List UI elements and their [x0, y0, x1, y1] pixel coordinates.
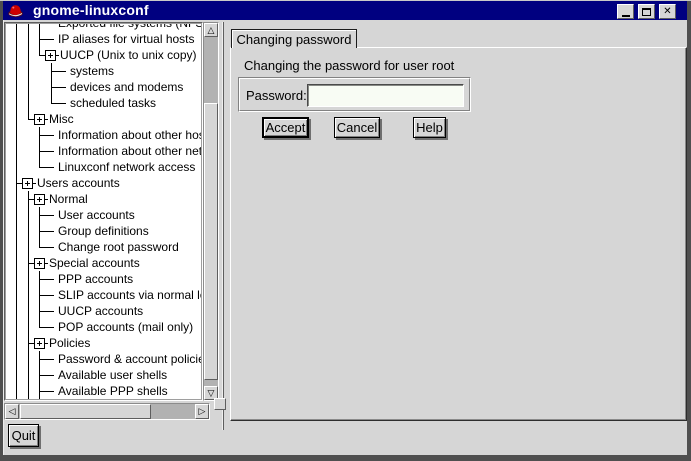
window-title: gnome-linuxconf [33, 1, 149, 20]
tree-item-label: Misc [49, 111, 74, 127]
config-tree-viewport[interactable]: Exported file systems (NFS)IP aliases fo… [6, 24, 201, 399]
tree-item-label: Policies [49, 335, 90, 351]
tree-item-label: IP aliases for virtual hosts [58, 31, 195, 47]
close-icon: ✕ [663, 6, 671, 17]
tree-item[interactable]: systems [6, 63, 201, 79]
tree-expander-icon[interactable] [34, 258, 45, 269]
tree-item[interactable]: Information about other host [6, 127, 201, 143]
tree-item[interactable]: Policies [6, 335, 201, 351]
tree-item-label: SLIP accounts via normal lo [58, 287, 201, 303]
horizontal-scrollbar-thumb[interactable] [20, 404, 151, 419]
accept-button[interactable]: Accept [262, 117, 309, 138]
tree-expander-icon[interactable] [45, 50, 56, 61]
tree-item-label: Information about other netw [58, 143, 201, 159]
tree-item[interactable]: PPP accounts [6, 271, 201, 287]
tree-item-label: Change root password [58, 239, 179, 255]
tab-changing-password[interactable]: Changing password [231, 29, 357, 48]
tree-item[interactable]: scheduled tasks [6, 95, 201, 111]
tree-item-label: UUCP accounts [58, 303, 143, 319]
tree-item-label: POP accounts (mail only) [58, 319, 193, 335]
tree-item-label: UUCP (Unix to unix copy) [60, 47, 197, 63]
minimize-button[interactable] [617, 4, 634, 19]
tree-item[interactable]: UUCP accounts [6, 303, 201, 319]
tree-item-label: Users accounts [37, 175, 120, 191]
tree-item[interactable]: Available PPP shells [6, 383, 201, 399]
scroll-down-icon: ▽ [208, 388, 215, 399]
tree-item-label: Password & account policie [58, 351, 201, 367]
tree-item[interactable]: Exported file systems (NFS) [6, 24, 201, 31]
scroll-right-button[interactable]: ▷ [195, 404, 209, 419]
tree-item-label: scheduled tasks [70, 95, 156, 111]
tree-item[interactable]: Group definitions [6, 223, 201, 239]
form-heading: Changing the password for user root [244, 58, 454, 73]
scroll-up-icon: △ [208, 25, 215, 36]
tree-item[interactable]: Password & account policie [6, 351, 201, 367]
help-button[interactable]: Help [413, 117, 446, 138]
tree-item[interactable]: devices and modems [6, 79, 201, 95]
tree-expander-icon[interactable] [34, 194, 45, 205]
tree-item[interactable]: SLIP accounts via normal lo [6, 287, 201, 303]
password-label: Password: [246, 88, 307, 103]
tree-item[interactable]: Misc [6, 111, 201, 127]
paned-divider [223, 22, 224, 430]
tree-item[interactable]: Linuxconf network access [6, 159, 201, 175]
scroll-up-button[interactable]: △ [204, 23, 218, 37]
tree-item-label: Exported file systems (NFS) [58, 24, 201, 31]
tree-item-label: systems [70, 63, 114, 79]
config-tree-panel: Exported file systems (NFS)IP aliases fo… [4, 22, 203, 401]
horizontal-scrollbar[interactable]: ◁ ▷ [4, 403, 210, 420]
tree-item[interactable]: IP aliases for virtual hosts [6, 31, 201, 47]
maximize-icon [642, 8, 651, 16]
tree-item[interactable]: Information about other netw [6, 143, 201, 159]
tree-item-label: Information about other host [58, 127, 201, 143]
tree-item[interactable]: User accounts [6, 207, 201, 223]
vertical-scrollbar-thumb[interactable] [204, 103, 218, 380]
close-button[interactable]: ✕ [659, 4, 676, 19]
tree-expander-icon[interactable] [34, 114, 45, 125]
window-border [687, 1, 691, 461]
tree-item-label: devices and modems [70, 79, 183, 95]
tree-item-label: User accounts [58, 207, 135, 223]
tree-item-label: Special accounts [49, 255, 140, 271]
tree-item[interactable]: Available user shells [6, 367, 201, 383]
paned-resize-handle[interactable] [214, 398, 226, 410]
cancel-button[interactable]: Cancel [334, 117, 380, 138]
window-border [0, 455, 691, 461]
tree-item-label: Available PPP shells [58, 383, 168, 399]
application-window: gnome-linuxconf ✕ Exported file systems … [0, 0, 691, 461]
tree-item[interactable]: UUCP (Unix to unix copy) [6, 47, 201, 63]
scroll-right-icon: ▷ [199, 406, 206, 417]
redhat-logo-icon [7, 2, 24, 19]
tree-item-label: Available user shells [58, 367, 167, 383]
tree-item[interactable]: Special accounts [6, 255, 201, 271]
tree-item[interactable]: Change root password [6, 239, 201, 255]
tree-expander-icon[interactable] [34, 338, 45, 349]
title-bar[interactable]: gnome-linuxconf ✕ [3, 1, 687, 20]
scroll-left-icon: ◁ [9, 406, 16, 417]
tree-item[interactable]: POP accounts (mail only) [6, 319, 201, 335]
maximize-button[interactable] [638, 4, 655, 19]
tree-expander-icon[interactable] [22, 178, 33, 189]
tree-item[interactable]: Users accounts [6, 175, 201, 191]
minimize-icon [622, 15, 630, 17]
vertical-scrollbar[interactable]: △ ▽ [203, 22, 219, 401]
tree-item-label: PPP accounts [58, 271, 133, 287]
tree-item-label: Linuxconf network access [58, 159, 195, 175]
tree-item-label: Group definitions [58, 223, 149, 239]
password-input[interactable] [307, 84, 464, 107]
tree-item-label: Normal [49, 191, 88, 207]
scroll-left-button[interactable]: ◁ [5, 404, 19, 419]
quit-button[interactable]: Quit [8, 424, 39, 447]
tree-item[interactable]: Normal [6, 191, 201, 207]
